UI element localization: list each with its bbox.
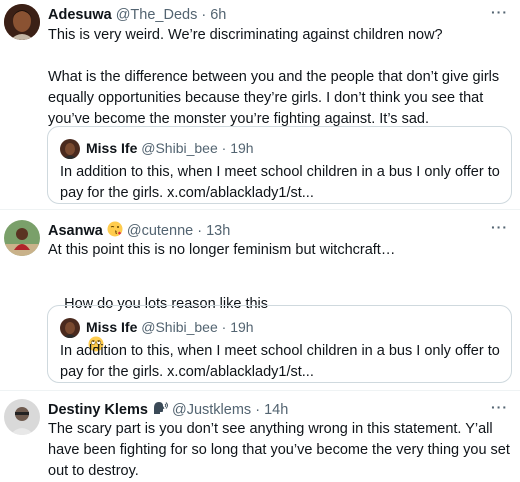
separator-dot: ·: [255, 402, 261, 418]
quoted-header: Miss Ife @Shibi_bee · 19h: [86, 139, 254, 157]
author-name[interactable]: Adesuwa: [48, 7, 112, 23]
quoted-author-handle: @Shibi_bee: [141, 140, 218, 156]
tweet-header: Asanwa @cutenne · 13h: [48, 221, 230, 242]
quoted-avatar: [60, 318, 80, 338]
tweet-text: This is very weird. We’re discriminating…: [48, 27, 500, 127]
tweet-header: Adesuwa @The_Deds · 6h: [48, 6, 226, 24]
separator-dot: ·: [197, 223, 203, 239]
quoted-tweet[interactable]: Miss Ife @Shibi_bee · 19h In addition to…: [47, 305, 512, 383]
avatar-destiny-klems[interactable]: [4, 399, 40, 435]
quoted-author-name: Miss Ife: [86, 319, 138, 335]
tweet-adesuwa[interactable]: Adesuwa @The_Deds · 6h ··· This is very …: [0, 0, 520, 208]
separator-dot: ·: [201, 7, 207, 23]
more-options-icon[interactable]: ···: [491, 399, 508, 415]
author-name[interactable]: Asanwa: [48, 223, 103, 239]
avatar-asanwa[interactable]: [4, 220, 40, 256]
avatar-image: [4, 220, 40, 256]
avatar-adesuwa[interactable]: [4, 4, 40, 40]
tweet-text-line: At this point this is no longer feminism…: [48, 242, 396, 258]
quoted-time: 19h: [230, 140, 254, 156]
speaking-head-icon: [152, 400, 168, 421]
author-handle[interactable]: @The_Deds: [116, 7, 198, 23]
quoted-tweet[interactable]: Miss Ife @Shibi_bee · 19h In addition to…: [47, 126, 512, 204]
face-blowing-kiss-icon: [107, 221, 123, 242]
author-handle[interactable]: @cutenne: [127, 223, 193, 239]
tweet-text: The scary part is you don’t see anything…: [48, 421, 514, 479]
quoted-avatar: [60, 139, 80, 159]
separator-dot: ·: [221, 140, 227, 156]
author-handle[interactable]: @Justklems: [172, 402, 251, 418]
quoted-text: In addition to this, when I meet school …: [60, 343, 504, 380]
quoted-text: In addition to this, when I meet school …: [60, 164, 504, 201]
quoted-avatar-image: [60, 318, 80, 338]
quoted-author-handle: @Shibi_bee: [141, 319, 218, 335]
quoted-header: Miss Ife @Shibi_bee · 19h: [86, 318, 254, 336]
separator-dot: ·: [221, 319, 227, 335]
more-options-icon[interactable]: ···: [491, 219, 508, 235]
tweet-time[interactable]: 14h: [264, 402, 288, 418]
avatar-image: [4, 4, 40, 40]
quoted-time: 19h: [230, 319, 254, 335]
tweet-header: Destiny Klems @Justklems · 14h: [48, 400, 288, 421]
tweet-asanwa[interactable]: Asanwa @cutenne · 13h ··· At this point …: [0, 210, 520, 390]
more-options-icon[interactable]: ···: [491, 4, 508, 20]
tweet-time[interactable]: 6h: [210, 7, 226, 23]
tweet-time[interactable]: 13h: [206, 223, 230, 239]
tweet-destiny-klems[interactable]: Destiny Klems @Justklems · 14h ··· The s…: [0, 391, 520, 479]
avatar-image: [4, 399, 40, 435]
author-name[interactable]: Destiny Klems: [48, 402, 148, 418]
quoted-avatar-image: [60, 139, 80, 159]
quoted-author-name: Miss Ife: [86, 140, 138, 156]
